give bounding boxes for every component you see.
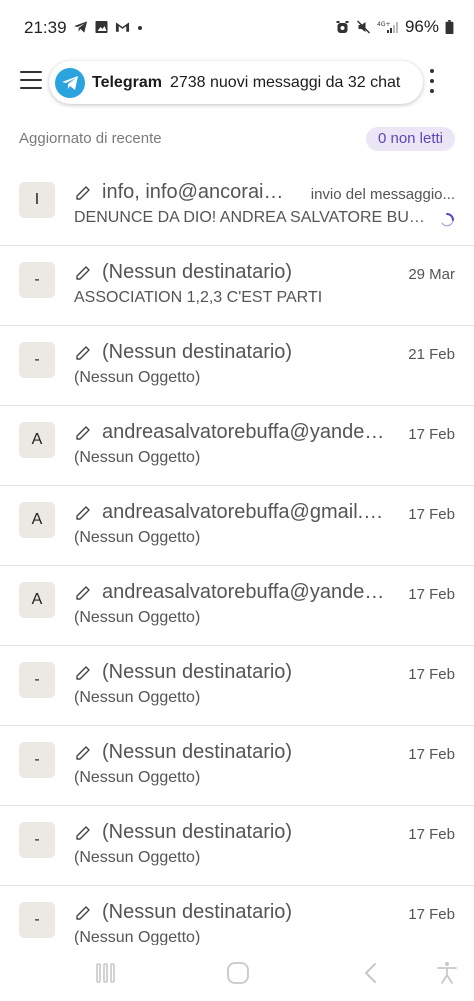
status-system-icons: 4G+ 96% [335, 17, 454, 37]
pencil-icon [76, 746, 90, 760]
accessibility-icon[interactable] [433, 961, 461, 985]
avatar: A [19, 502, 55, 538]
sending-spinner-icon [441, 213, 454, 227]
mail-sender: (Nessun destinatario) [102, 741, 293, 763]
4g-signal-icon: 4G+ [377, 21, 398, 33]
avatar: I [19, 182, 55, 218]
alarm-icon [336, 21, 349, 33]
telegram-icon [73, 21, 88, 33]
mail-sender: (Nessun destinatario) [102, 901, 293, 923]
mail-subject: (Nessun Oggetto) [74, 769, 201, 786]
unread-badge[interactable]: 0 non letti [366, 127, 455, 151]
mail-sender: info, info@ancoraisopetra.it [102, 181, 292, 203]
mail-subject: (Nessun Oggetto) [74, 529, 201, 546]
mail-date: 21 Feb [408, 346, 455, 363]
pencil-icon [76, 506, 90, 520]
mail-date: 17 Feb [408, 906, 455, 923]
mail-date: 17 Feb [408, 586, 455, 603]
mail-subject: ASSOCIATION 1,2,3 C'EST PARTI [74, 289, 323, 306]
avatar: A [19, 582, 55, 618]
mail-date: 17 Feb [408, 666, 455, 683]
avatar: - [19, 662, 55, 698]
mail-date: 17 Feb [408, 506, 455, 523]
mail-subject: (Nessun Oggetto) [74, 609, 201, 626]
list-item[interactable]: A andreasalvatorebuffa@yandex.com 17 Feb… [0, 566, 474, 646]
mail-sender: (Nessun destinatario) [102, 661, 293, 683]
notification-app-name: Telegram [92, 73, 162, 91]
list-item[interactable]: A andreasalvatorebuffa@yandex.com 17 Feb… [0, 406, 474, 486]
pencil-icon [76, 426, 90, 440]
pencil-icon [76, 186, 90, 200]
mail-date: 17 Feb [408, 426, 455, 443]
mail-sender: (Nessun destinatario) [102, 261, 293, 283]
list-item[interactable]: I info, info@ancoraisopetra.it invio del… [0, 166, 474, 246]
mail-sender: (Nessun destinatario) [102, 821, 293, 843]
mute-icon [356, 20, 370, 34]
status-time: 21:39 [24, 18, 67, 37]
mail-subject: DENUNCE DA DIO! ANDREA SALVATORE BUFFA [74, 209, 429, 226]
mail-subject: (Nessun Oggetto) [74, 449, 201, 466]
list-item[interactable]: - (Nessun destinatario) 29 Mar ASSOCIATI… [0, 246, 474, 326]
mail-date: 29 Mar [408, 266, 455, 283]
list-item[interactable]: - (Nessun destinatario) 17 Feb (Nessun O… [0, 726, 474, 806]
mail-sender: andreasalvatorebuffa@gmail.com [102, 501, 392, 523]
list-item[interactable]: A andreasalvatorebuffa@gmail.com 17 Feb … [0, 486, 474, 566]
pencil-icon [76, 266, 90, 280]
pencil-icon [76, 346, 90, 360]
pencil-icon [76, 906, 90, 920]
pencil-icon [76, 586, 90, 600]
dot-icon [138, 26, 142, 30]
svg-text:4G+: 4G+ [377, 21, 391, 28]
pencil-icon [76, 826, 90, 840]
mail-sender: andreasalvatorebuffa@yandex.com [102, 581, 392, 603]
status-bar: 21:39 4G+ 96% [0, 0, 474, 56]
battery-icon [445, 20, 454, 34]
mail-status: invio del messaggio... [310, 186, 455, 203]
notification-text: 2738 nuovi messaggi da 32 chat [169, 73, 401, 91]
more-options-icon[interactable] [424, 66, 440, 96]
recents-icon[interactable] [92, 961, 120, 985]
mail-subject: (Nessun Oggetto) [74, 369, 201, 386]
telegram-logo-icon [55, 67, 85, 98]
battery-percent: 96% [404, 17, 439, 36]
avatar: A [19, 422, 55, 458]
avatar: - [19, 742, 55, 778]
system-nav-bar [0, 945, 474, 1001]
back-icon[interactable] [357, 961, 385, 985]
telegram-notification[interactable]: Telegram 2738 nuovi messaggi da 32 chat [49, 61, 423, 104]
mail-sender: (Nessun destinatario) [102, 341, 293, 363]
list-item[interactable]: - (Nessun destinatario) 17 Feb (Nessun O… [0, 806, 474, 886]
mail-sender: andreasalvatorebuffa@yandex.com [102, 421, 392, 443]
status-notification-icons [73, 20, 144, 34]
avatar: - [19, 342, 55, 378]
mail-list: I info, info@ancoraisopetra.it invio del… [0, 166, 474, 966]
list-item[interactable]: - (Nessun destinatario) 21 Feb (Nessun O… [0, 326, 474, 406]
mail-subject: (Nessun Oggetto) [74, 849, 201, 866]
avatar: - [19, 822, 55, 858]
mail-date: 17 Feb [408, 826, 455, 843]
avatar: - [19, 902, 55, 938]
pencil-icon [76, 666, 90, 680]
gallery-icon [95, 21, 108, 33]
avatar: - [19, 262, 55, 298]
section-title: Aggiornato di recente [19, 130, 162, 147]
gmail-icon [115, 22, 130, 32]
list-item[interactable]: - (Nessun destinatario) 17 Feb (Nessun O… [0, 646, 474, 726]
mail-date: 17 Feb [408, 746, 455, 763]
mail-subject: (Nessun Oggetto) [74, 689, 201, 706]
home-icon[interactable] [224, 961, 252, 985]
menu-icon[interactable] [18, 68, 44, 92]
